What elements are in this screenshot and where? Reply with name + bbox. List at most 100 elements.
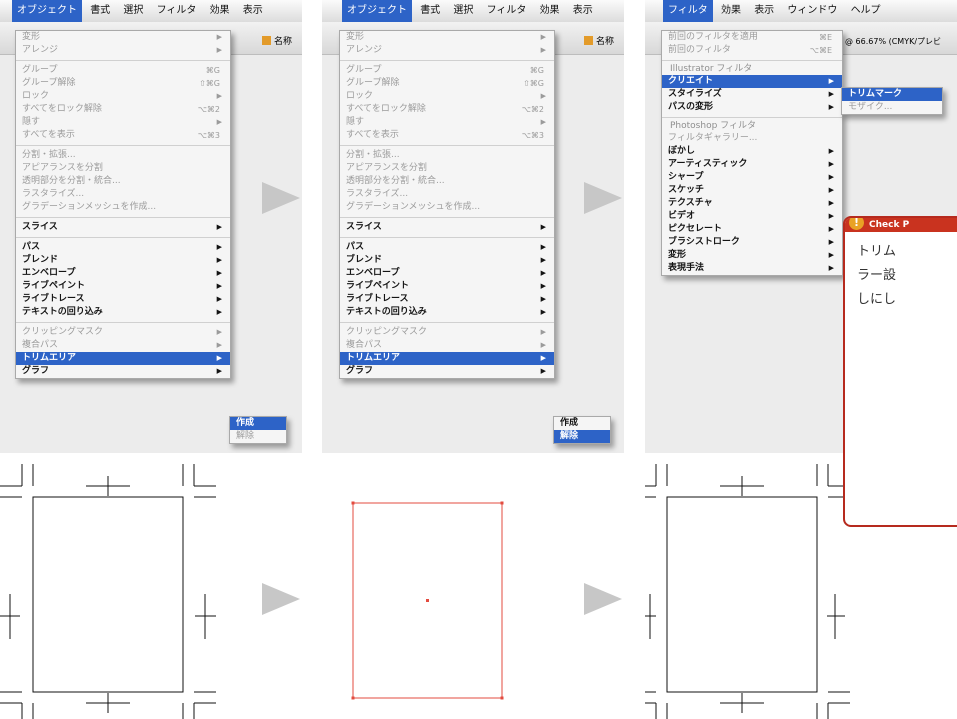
document-zoom-info: @ 66.67% (CMYK/プレビ (845, 37, 942, 46)
menu-item[interactable]: パス ▶ (16, 241, 230, 254)
menu-item[interactable]: ブレンド ▶ (16, 254, 230, 267)
menu-item[interactable]: ブレンド ▶ (340, 254, 554, 267)
menu-item[interactable]: 前回のフィルタを適用 ⌘E (662, 31, 842, 44)
menu-item[interactable]: グループ ⌘G (16, 64, 230, 77)
menu-item[interactable]: アピアランスを分割 (340, 162, 554, 175)
menu-item[interactable]: ライブペイント ▶ (340, 280, 554, 293)
menu-item[interactable]: パス ▶ (340, 241, 554, 254)
menu-item[interactable]: グラデーションメッシュを作成... (16, 201, 230, 214)
menu-item[interactable]: ロック ▶ (340, 90, 554, 103)
menu-bar-item-effect[interactable]: 効果 (205, 0, 235, 22)
menu-item[interactable]: エンベロープ ▶ (340, 267, 554, 280)
menu-item[interactable]: トリムマーク (842, 88, 942, 101)
menu-item[interactable]: スケッチ ▶ (662, 184, 842, 197)
menu-item[interactable]: グループ解除 ⇧⌘G (340, 77, 554, 90)
menu-item[interactable]: ロック ▶ (16, 90, 230, 103)
menu-item[interactable]: すべてを表示 ⌥⌘3 (16, 129, 230, 142)
menu-bar-item-view[interactable]: 表示 (749, 0, 779, 22)
menu-item[interactable]: テクスチャ ▶ (662, 197, 842, 210)
menu-item[interactable]: ピクセレート ▶ (662, 223, 842, 236)
menu-item[interactable]: 作成 (554, 417, 610, 430)
menu-item[interactable]: トリムエリア ▶ (340, 352, 554, 365)
menu-item[interactable]: テキストの回り込み ▶ (340, 306, 554, 319)
menu-item[interactable]: ラスタライズ... (340, 188, 554, 201)
menu-bar-item-type[interactable]: 書式 (415, 0, 445, 22)
menu-item[interactable]: アレンジ ▶ (340, 44, 554, 57)
menu-item[interactable]: ぼかし ▶ (662, 145, 842, 158)
menu-separator (16, 237, 230, 238)
menu-item[interactable]: ライブトレース ▶ (340, 293, 554, 306)
menu-item[interactable]: クリッピングマスク ▶ (16, 326, 230, 339)
menu-item-label: 表現手法 (668, 263, 705, 273)
menu-item[interactable]: 透明部分を分割・統合... (16, 175, 230, 188)
menu-item[interactable]: すべてを表示 ⌥⌘3 (340, 129, 554, 142)
menu-item[interactable]: 隠す ▶ (16, 116, 230, 129)
menu-item[interactable]: 変形 ▶ (16, 31, 230, 44)
menu-bar-item-select[interactable]: 選択 (448, 0, 478, 22)
menu-bar-item-view[interactable]: 表示 (238, 0, 268, 22)
menu-bar-item-window[interactable]: ウィンドウ (782, 0, 842, 22)
menu-item[interactable]: シャープ ▶ (662, 171, 842, 184)
menu-item-label: モザイク... (848, 102, 893, 112)
menu-item[interactable]: 変形 ▶ (662, 249, 842, 262)
menu-item[interactable]: ラスタライズ... (16, 188, 230, 201)
menu-item-label: スライス (22, 222, 58, 232)
menu-item[interactable]: 解除 (230, 430, 286, 443)
menu-bar-item-type[interactable]: 書式 (85, 0, 115, 22)
menu-item[interactable]: ライブトレース ▶ (16, 293, 230, 306)
menu-bar-item-select[interactable]: 選択 (118, 0, 148, 22)
menu-item[interactable]: パスの変形 ▶ (662, 101, 842, 114)
menu-item[interactable]: 複合パス ▶ (16, 339, 230, 352)
menu-item-label: ロック (22, 91, 50, 101)
menu-item[interactable]: 分割・拡張... (16, 149, 230, 162)
menu-item[interactable]: スタイライズ ▶ (662, 88, 842, 101)
menu-item[interactable]: ブラシストローク ▶ (662, 236, 842, 249)
menu-separator (662, 117, 842, 118)
menu-separator (662, 60, 842, 61)
menu-item[interactable]: グラフ ▶ (16, 365, 230, 378)
menu-item[interactable]: クリッピングマスク ▶ (340, 326, 554, 339)
menu-item[interactable]: フィルタギャラリー... (662, 132, 842, 145)
submenu-arrow-icon: ▶ (828, 225, 834, 233)
menu-item[interactable]: アレンジ ▶ (16, 44, 230, 57)
menu-bar-item-help[interactable]: ヘルプ (846, 0, 886, 22)
menu-bar-item-effect[interactable]: 効果 (535, 0, 565, 22)
menu-item[interactable]: 変形 ▶ (340, 31, 554, 44)
menu-item[interactable]: 前回のフィルタ ⌥⌘E (662, 44, 842, 57)
menu-item[interactable]: 複合パス ▶ (340, 339, 554, 352)
menu-item[interactable]: モザイク... (842, 101, 942, 114)
menu-item[interactable]: エンベロープ ▶ (16, 267, 230, 280)
menu-item[interactable]: アーティスティック ▶ (662, 158, 842, 171)
menu-bar-item-object[interactable]: オブジェクト (12, 0, 82, 22)
submenu-arrow-icon: ▶ (540, 328, 546, 336)
menu-item[interactable]: テキストの回り込み ▶ (16, 306, 230, 319)
menu-item[interactable]: 作成 (230, 417, 286, 430)
menu-bar-item-filter[interactable]: フィルタ (663, 0, 713, 22)
menu-bar-item-view[interactable]: 表示 (568, 0, 598, 22)
menu-item[interactable]: グラデーションメッシュを作成... (340, 201, 554, 214)
menu-bar-item-object[interactable]: オブジェクト (342, 0, 412, 22)
menu-bar-item-filter[interactable]: フィルタ (482, 0, 532, 22)
menu-item[interactable]: スライス ▶ (16, 221, 230, 234)
menu-item[interactable]: クリエイト ▶ (662, 75, 842, 88)
menu-item[interactable]: トリムエリア ▶ (16, 352, 230, 365)
menu-item[interactable]: すべてをロック解除 ⌥⌘2 (16, 103, 230, 116)
menu-item[interactable]: 透明部分を分割・統合... (340, 175, 554, 188)
menu-item[interactable]: 解除 (554, 430, 610, 443)
menu-item[interactable]: グループ解除 ⇧⌘G (16, 77, 230, 90)
menu-item[interactable]: グループ ⌘G (340, 64, 554, 77)
menu-item[interactable]: アピアランスを分割 (16, 162, 230, 175)
submenu-arrow-icon: ▶ (828, 103, 834, 111)
menu-item[interactable]: ビデオ ▶ (662, 210, 842, 223)
menu-separator (340, 60, 554, 61)
menu-bar-item-effect[interactable]: 効果 (716, 0, 746, 22)
menu-item[interactable]: ライブペイント ▶ (16, 280, 230, 293)
screenshot-object-menu-release: オブジェクト 書式 選択 フィルタ 効果 表示 名称 変形 ▶ アレンジ ▶ グループ ⌘… (322, 0, 624, 453)
menu-item[interactable]: 表現手法 ▶ (662, 262, 842, 275)
menu-item[interactable]: グラフ ▶ (340, 365, 554, 378)
menu-item[interactable]: 分割・拡張... (340, 149, 554, 162)
menu-bar-item-filter[interactable]: フィルタ (152, 0, 202, 22)
menu-item[interactable]: 隠す ▶ (340, 116, 554, 129)
menu-item[interactable]: スライス ▶ (340, 221, 554, 234)
menu-item[interactable]: すべてをロック解除 ⌥⌘2 (340, 103, 554, 116)
